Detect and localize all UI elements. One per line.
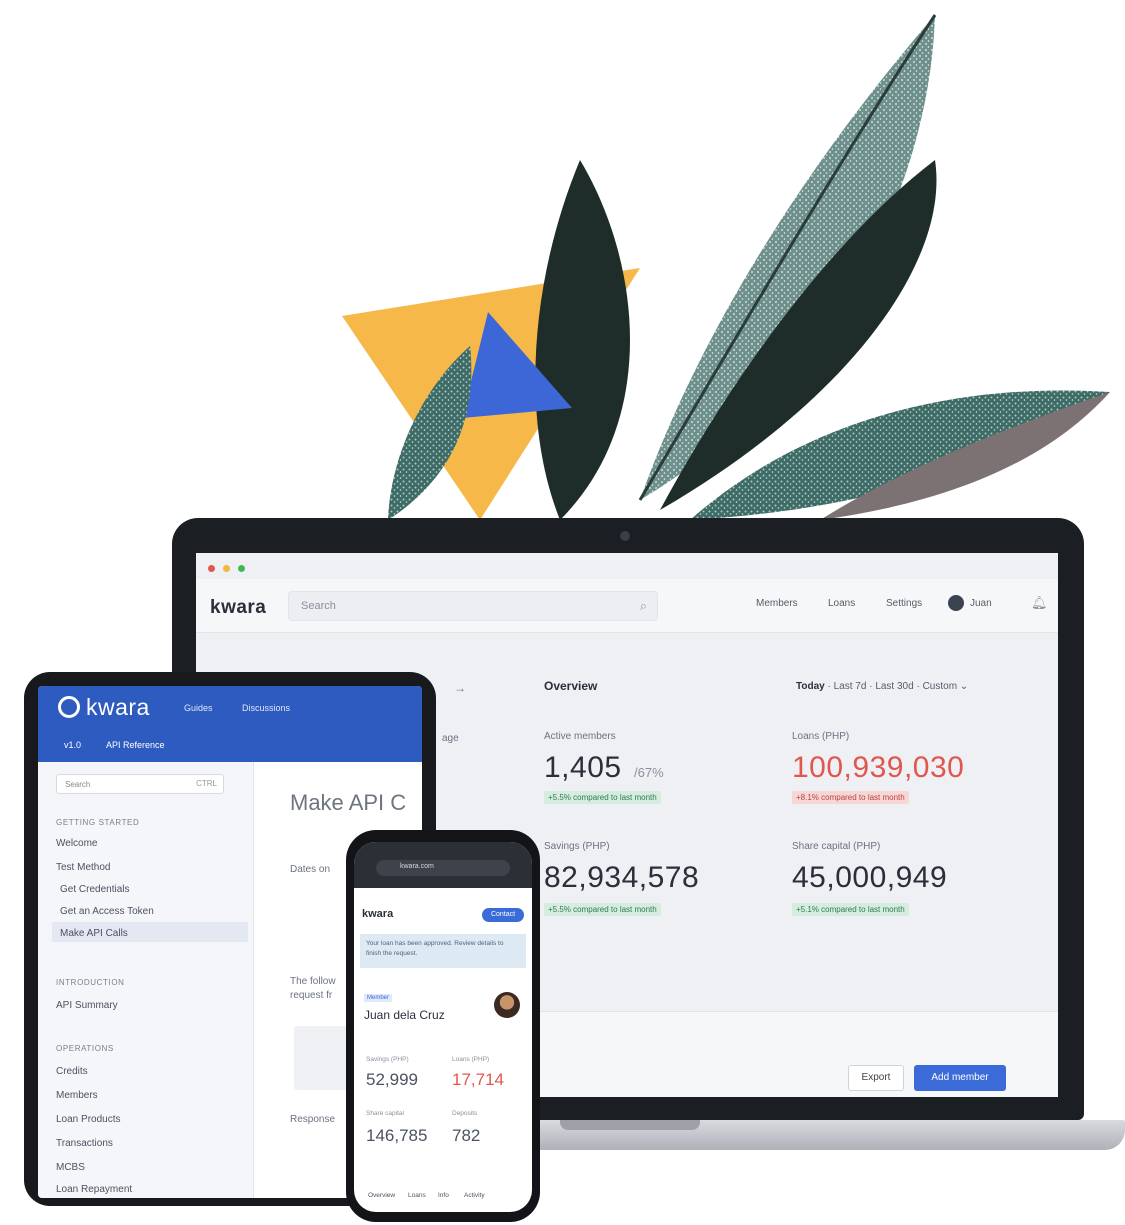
stat-value: 146,785 bbox=[366, 1126, 428, 1145]
nav-guides[interactable]: Guides bbox=[184, 703, 213, 713]
tab-activity[interactable]: Activity bbox=[464, 1192, 485, 1199]
filter-custom[interactable]: Custom bbox=[923, 681, 957, 692]
search-placeholder: Search bbox=[65, 780, 91, 789]
minimize-dot-icon[interactable] bbox=[223, 565, 230, 572]
sidebar-item-members[interactable]: Members bbox=[56, 1090, 98, 1101]
avatar[interactable] bbox=[948, 595, 964, 611]
filter-today[interactable]: Today bbox=[796, 681, 825, 692]
kwara-logo-icon bbox=[58, 696, 80, 718]
stat-label: Savings (PHP) bbox=[366, 1056, 409, 1063]
window-controls bbox=[208, 565, 245, 572]
url-bar[interactable]: kwara.com bbox=[376, 860, 510, 876]
stat-badge-share-capital: +5.1% compared to last month bbox=[792, 903, 909, 916]
sidebar-section-operations: OPERATIONS bbox=[56, 1044, 114, 1053]
sidebar-item-loan-repayment[interactable]: Loan Repayment bbox=[56, 1184, 132, 1195]
stat-value: 52,999 bbox=[366, 1070, 418, 1089]
sidebar-item-loan-products[interactable]: Loan Products bbox=[56, 1114, 121, 1125]
stat-badge-loans: +8.1% compared to last month bbox=[792, 791, 909, 804]
user-name[interactable]: Juan bbox=[970, 598, 992, 609]
stat-value-members: 1,405 bbox=[544, 751, 622, 784]
stat-label-share-capital: Share capital (PHP) bbox=[792, 841, 881, 852]
stat-badge-members: +5.5% compared to last month bbox=[544, 791, 661, 804]
stat-badge-savings: +5.5% compared to last month bbox=[544, 903, 661, 916]
tab-api-reference[interactable]: API Reference bbox=[106, 740, 165, 750]
stat-value: 782 bbox=[452, 1126, 481, 1145]
maximize-dot-icon[interactable] bbox=[238, 565, 245, 572]
nav-settings[interactable]: Settings bbox=[886, 598, 922, 609]
banner-text: Your loan has been approved. Review deta… bbox=[366, 940, 504, 957]
nav-discussions[interactable]: Discussions bbox=[242, 703, 290, 713]
search-placeholder: Search bbox=[301, 600, 336, 612]
stat-value-savings: 82,934,578 bbox=[544, 861, 700, 894]
url-text: kwara.com bbox=[400, 863, 434, 870]
sidebar-item-transactions[interactable]: Transactions bbox=[56, 1138, 113, 1149]
sidebar-item-api-summary[interactable]: API Summary bbox=[56, 1000, 118, 1011]
content-line: The follow bbox=[290, 976, 336, 987]
sidebar-text: age bbox=[442, 733, 459, 744]
sidebar-item-test-method[interactable]: Test Method bbox=[56, 862, 110, 873]
stat-label: Loans (PHP) bbox=[452, 1056, 490, 1063]
content-line: Dates on bbox=[290, 864, 331, 875]
kwara-logo[interactable]: kwara bbox=[362, 908, 393, 920]
page-title: Overview bbox=[544, 679, 598, 693]
stat-value-share-capital: 45,000,949 bbox=[792, 861, 948, 894]
sidebar-item-credits[interactable]: Credits bbox=[56, 1066, 88, 1077]
camera-icon bbox=[620, 531, 630, 541]
search-icon[interactable]: ⌕ bbox=[640, 598, 647, 614]
dark-leaf bbox=[535, 160, 630, 520]
page-title: Make API C bbox=[290, 790, 407, 815]
decorative-plant-illustration bbox=[342, 14, 1110, 520]
arrow-right-icon[interactable]: → bbox=[454, 681, 466, 695]
stat-label-members: Active members bbox=[544, 731, 616, 742]
sidebar-item-make-api-calls[interactable]: Make API Calls bbox=[60, 928, 128, 939]
nav-members[interactable]: Members bbox=[756, 598, 798, 609]
content-line: request fr bbox=[290, 990, 333, 1001]
member-name: Juan dela Cruz bbox=[364, 1008, 445, 1022]
laptop-notch bbox=[560, 1120, 700, 1130]
version-select[interactable]: v1.0 bbox=[64, 740, 81, 750]
stat-label: Share capital bbox=[366, 1110, 404, 1117]
avatar[interactable] bbox=[494, 992, 520, 1018]
member-tag: Member bbox=[364, 994, 393, 1002]
stat-sub-members: /67% bbox=[634, 765, 664, 780]
contact-button[interactable]: Contact bbox=[482, 908, 524, 922]
sidebar-item-mcbs[interactable]: MCBS bbox=[56, 1162, 85, 1173]
stat-label-loans: Loans (PHP) bbox=[792, 731, 850, 742]
phone-screen: kwara.com kwara Contact Your loan has be… bbox=[354, 842, 532, 1212]
stat-label-savings: Savings (PHP) bbox=[544, 841, 610, 852]
sidebar-item-access-token[interactable]: Get an Access Token bbox=[60, 906, 154, 917]
search-shortcut: CTRL bbox=[196, 779, 217, 788]
tab-loans[interactable]: Loans bbox=[408, 1192, 426, 1199]
stat-label: Deposits bbox=[452, 1110, 478, 1117]
stat-value-loans: 100,939,030 bbox=[792, 751, 965, 784]
sidebar-item-get-credentials[interactable]: Get Credentials bbox=[60, 884, 129, 895]
sidebar-section-getting-started: GETTING STARTED bbox=[56, 818, 140, 827]
notification-banner: Your loan has been approved. Review deta… bbox=[360, 934, 526, 968]
kwara-logo[interactable]: kwara bbox=[210, 597, 266, 619]
sidebar-item-welcome[interactable]: Welcome bbox=[56, 838, 98, 849]
sidebar-section-introduction: INTRODUCTION bbox=[56, 978, 125, 987]
export-button[interactable]: Export bbox=[848, 1065, 904, 1091]
content-line: Response bbox=[290, 1114, 336, 1125]
filter-30d[interactable]: Last 30d bbox=[875, 681, 913, 692]
search-input[interactable]: Search ⌕ bbox=[288, 591, 658, 621]
tab-overview[interactable]: Overview bbox=[368, 1192, 395, 1199]
add-member-button[interactable]: Add member bbox=[914, 1065, 1006, 1091]
bell-icon[interactable]: 🔔︎ bbox=[1031, 595, 1048, 611]
close-dot-icon[interactable] bbox=[208, 565, 215, 572]
tab-info[interactable]: Info bbox=[438, 1192, 449, 1199]
search-input[interactable]: Search CTRL bbox=[56, 774, 224, 794]
filter-7d[interactable]: Last 7d bbox=[834, 681, 867, 692]
date-filters[interactable]: Today · Last 7d · Last 30d · Custom ⌄ bbox=[796, 681, 968, 692]
stat-value: 17,714 bbox=[452, 1070, 504, 1089]
kwara-logo[interactable]: kwara bbox=[86, 694, 150, 721]
nav-loans[interactable]: Loans bbox=[828, 598, 855, 609]
